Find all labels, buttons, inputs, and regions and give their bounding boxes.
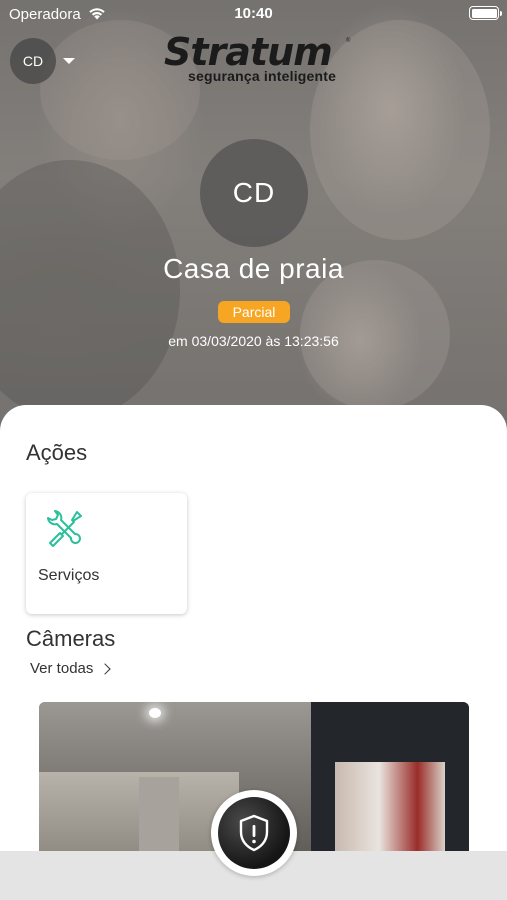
tools-icon bbox=[47, 510, 82, 547]
stratum-logo: Stratum ® segurança inteligente bbox=[160, 30, 355, 90]
clock: 10:40 bbox=[234, 5, 273, 22]
battery-icon bbox=[469, 6, 502, 20]
cameras-title: Câmeras bbox=[26, 626, 116, 651]
see-all-cameras-link[interactable]: Ver todas bbox=[30, 660, 112, 677]
logo-tagline: segurança inteligente bbox=[188, 68, 337, 84]
site-avatar: CD bbox=[200, 139, 308, 247]
actions-title: Ações bbox=[26, 440, 88, 465]
logo-registered-mark: ® bbox=[346, 38, 351, 44]
chevron-down-icon[interactable] bbox=[63, 58, 75, 64]
panic-button[interactable] bbox=[211, 790, 297, 876]
services-label: Serviços bbox=[38, 567, 100, 584]
site-name: Casa de praia bbox=[163, 253, 344, 284]
services-card[interactable]: Serviços bbox=[26, 493, 187, 614]
status-bar: Operadora 10:40 bbox=[0, 0, 507, 28]
see-all-label: Ver todas bbox=[30, 660, 94, 677]
profile-switcher[interactable]: CD bbox=[10, 38, 75, 84]
status-badge: Parcial bbox=[218, 301, 290, 323]
shield-alert-icon bbox=[239, 814, 269, 852]
status-timestamp: em 03/03/2020 às 13:23:56 bbox=[168, 333, 339, 349]
profile-avatar[interactable]: CD bbox=[10, 38, 56, 84]
chevron-right-icon bbox=[99, 662, 112, 675]
